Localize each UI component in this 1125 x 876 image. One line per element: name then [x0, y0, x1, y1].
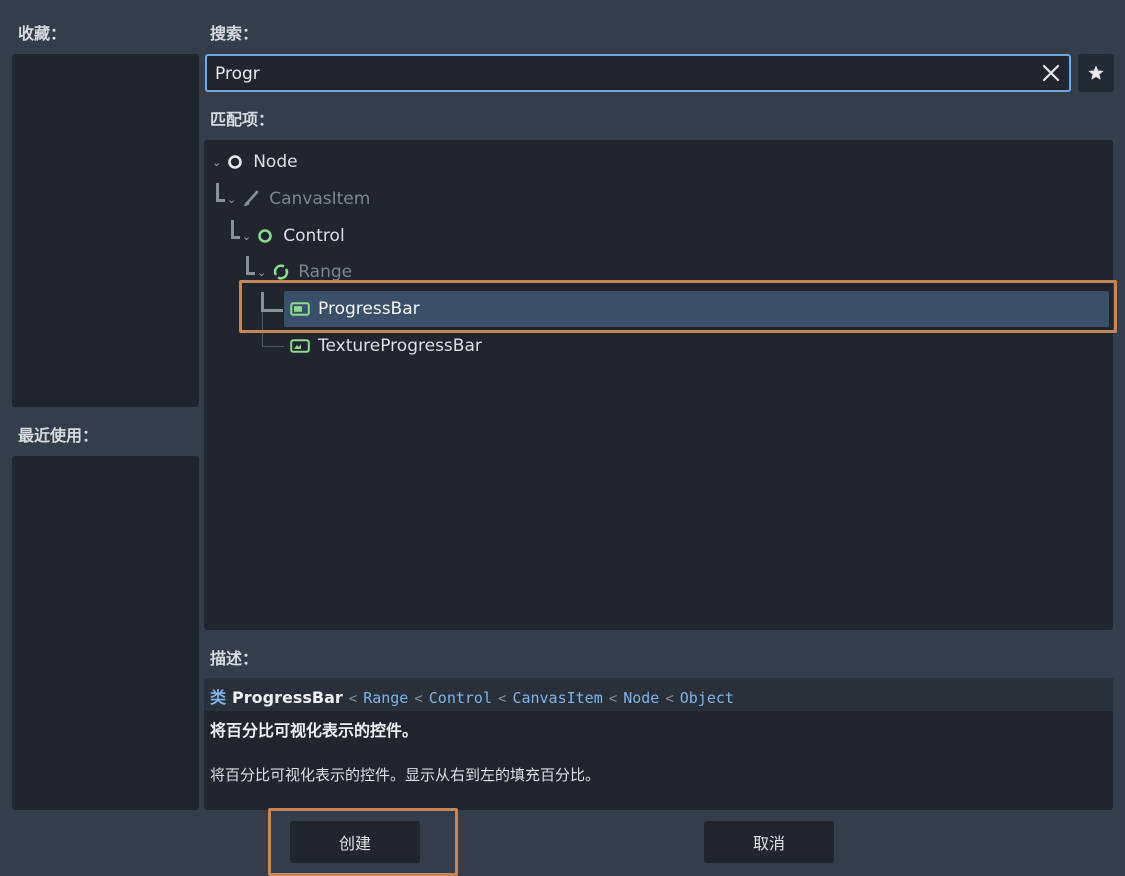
- inherits-separator: <: [498, 691, 507, 707]
- tree-item-label: CanvasItem: [269, 189, 371, 209]
- favorites-list[interactable]: [12, 54, 199, 407]
- description-class-header: 类 ProgressBar < Range < Control < Canvas…: [204, 678, 1113, 711]
- class-prefix: 类: [210, 688, 227, 707]
- node-circle-icon: [228, 155, 243, 169]
- close-icon: [1042, 64, 1060, 82]
- search-label: 搜索：: [210, 24, 259, 43]
- chevron-down-icon: ⌄: [257, 265, 267, 279]
- favorite-toggle-button[interactable]: [1078, 54, 1114, 92]
- description-label: 描述：: [210, 649, 259, 668]
- chevron-down-icon: ⌄: [212, 155, 222, 169]
- inherits-separator: <: [608, 691, 618, 707]
- inherits-separator: <: [665, 691, 674, 707]
- inherits-link-control[interactable]: Control: [429, 689, 492, 707]
- inherits-separator: <: [348, 691, 358, 707]
- clear-search-button[interactable]: [1039, 60, 1063, 86]
- range-icon: [273, 264, 289, 280]
- tree-guide: [246, 272, 255, 275]
- tree-item-textureprogressbar[interactable]: TextureProgressBar: [290, 328, 482, 364]
- favorites-label: 收藏：: [18, 24, 67, 43]
- tree-guide: [262, 346, 284, 347]
- class-name: ProgressBar: [232, 688, 343, 707]
- inherits-link-canvasitem[interactable]: CanvasItem: [512, 689, 602, 707]
- recent-label: 最近使用：: [18, 426, 99, 445]
- control-circle-icon: [258, 229, 273, 243]
- texture-progressbar-icon: [290, 339, 310, 353]
- star-icon: [1088, 65, 1104, 80]
- recent-list[interactable]: [12, 456, 199, 810]
- inherits-link-range[interactable]: Range: [363, 689, 408, 707]
- cancel-button[interactable]: 取消: [704, 821, 834, 863]
- search-field[interactable]: [205, 54, 1071, 92]
- tree-item-canvasitem[interactable]: ⌄ CanvasItem: [227, 181, 370, 217]
- tree-guide: [231, 236, 240, 239]
- tree-item-label: TextureProgressBar: [318, 336, 482, 356]
- description-full: 将百分比可视化表示的控件。显示从右到左的填充百分比。: [210, 766, 601, 784]
- tree-item-label: Range: [298, 262, 353, 282]
- matches-label: 匹配项：: [210, 110, 275, 129]
- inherits-separator: <: [414, 691, 423, 707]
- brush-icon: [244, 190, 259, 206]
- inherits-link-object[interactable]: Object: [680, 689, 734, 707]
- highlight-box-create-button: [268, 808, 458, 876]
- tree-item-control[interactable]: ⌄ Control: [242, 218, 345, 254]
- description-brief: 将百分比可视化表示的控件。: [210, 721, 419, 740]
- tree-item-label: Control: [283, 226, 345, 246]
- chevron-down-icon: ⌄: [227, 192, 237, 206]
- tree-item-node[interactable]: ⌄ Node: [212, 144, 298, 180]
- tree-item-label: Node: [253, 152, 298, 172]
- chevron-down-icon: ⌄: [242, 229, 252, 243]
- tree-guide: [216, 199, 225, 202]
- search-input[interactable]: [213, 56, 1037, 92]
- inherits-link-node[interactable]: Node: [623, 689, 659, 707]
- highlight-box-selected-item: [239, 280, 1117, 333]
